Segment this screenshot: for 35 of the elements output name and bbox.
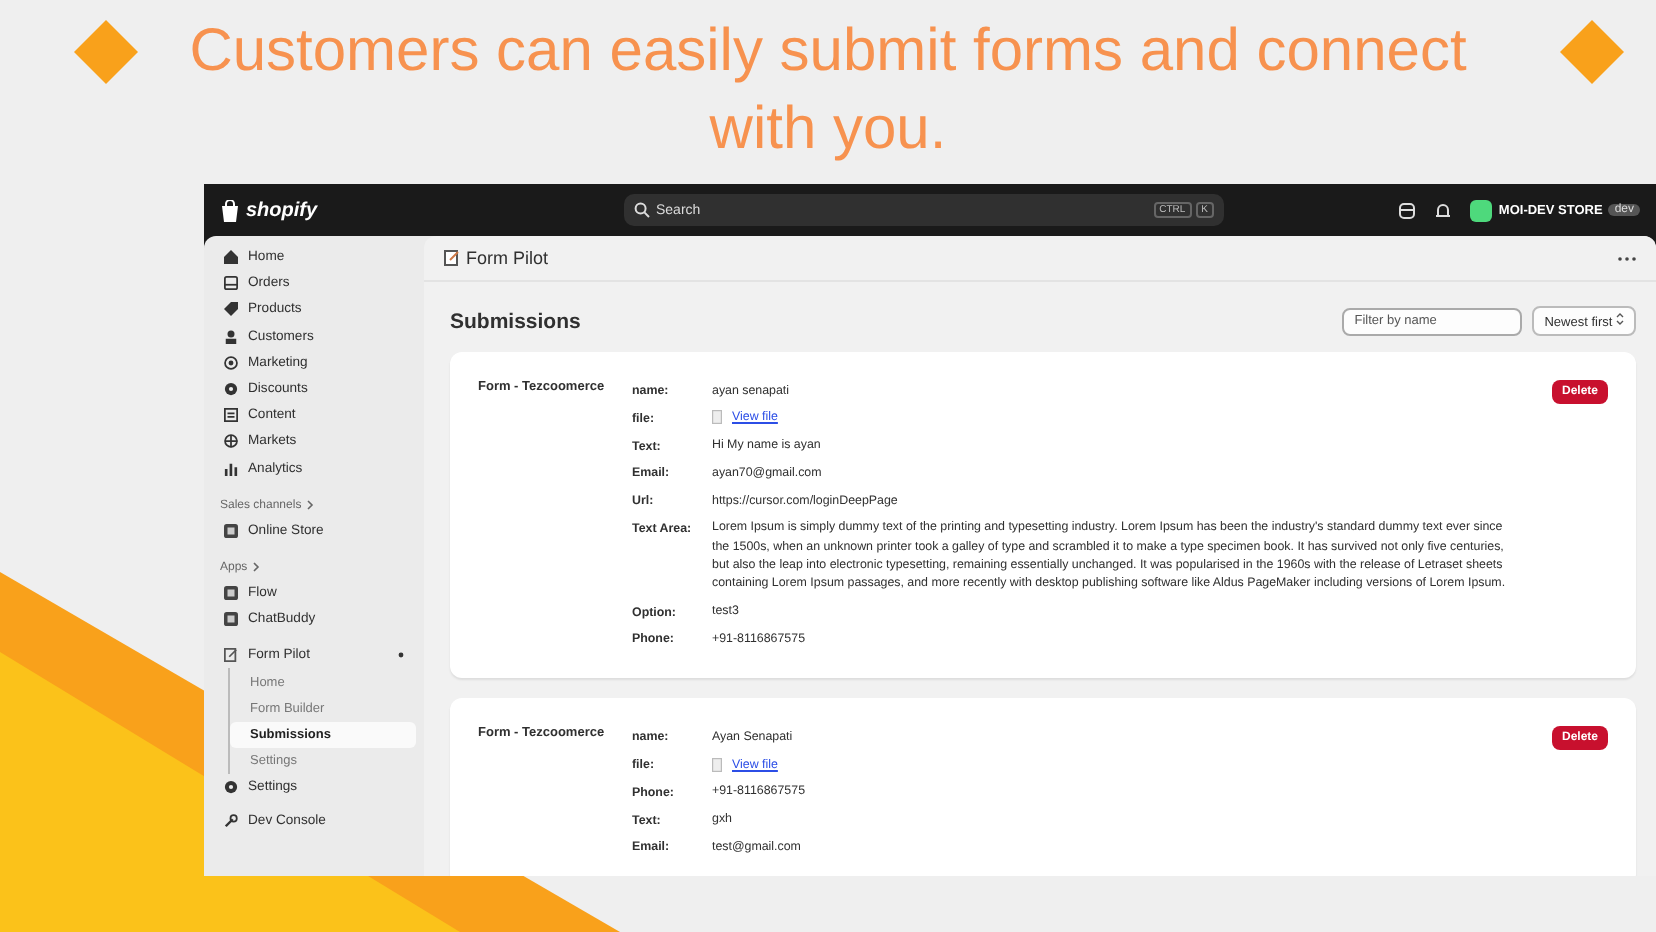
note-icon bbox=[224, 648, 238, 663]
wrench-icon bbox=[224, 814, 238, 829]
headline: with you. bbox=[709, 94, 947, 166]
app-title: Form Pilot bbox=[466, 248, 549, 268]
app-tile-icon bbox=[224, 612, 238, 627]
search-icon bbox=[634, 202, 650, 218]
diamond-icon bbox=[74, 20, 138, 84]
app-tile-icon bbox=[224, 523, 238, 538]
globe-icon bbox=[224, 434, 238, 449]
note-icon bbox=[444, 250, 460, 266]
tag-icon bbox=[224, 302, 238, 317]
app-tile-icon bbox=[224, 585, 238, 600]
more-icon[interactable] bbox=[1618, 255, 1636, 261]
file-icon bbox=[712, 410, 722, 425]
gear-icon bbox=[224, 382, 238, 397]
diamond-icon bbox=[1560, 20, 1624, 84]
avatar-icon[interactable] bbox=[1470, 199, 1493, 221]
person-icon bbox=[224, 329, 238, 344]
page-title: Submissions bbox=[450, 309, 583, 333]
gear-icon bbox=[224, 780, 238, 795]
shopping-bag-icon bbox=[220, 199, 240, 221]
tray-icon bbox=[224, 276, 238, 291]
logo-text: shopify bbox=[246, 199, 318, 221]
sort-arrows-icon bbox=[1616, 312, 1624, 326]
file-icon bbox=[712, 757, 722, 772]
store-icon[interactable] bbox=[1398, 201, 1417, 219]
target-icon bbox=[224, 355, 238, 370]
house-icon bbox=[224, 250, 238, 265]
headline: Customers can easily submit forms and connect bbox=[189, 16, 1467, 88]
chevron-icon bbox=[305, 500, 314, 511]
chevron-icon bbox=[251, 562, 260, 573]
document-icon bbox=[224, 408, 238, 423]
dot-icon[interactable] bbox=[398, 652, 404, 659]
bell-icon[interactable] bbox=[1434, 201, 1453, 219]
bar-chart-icon bbox=[224, 461, 238, 476]
